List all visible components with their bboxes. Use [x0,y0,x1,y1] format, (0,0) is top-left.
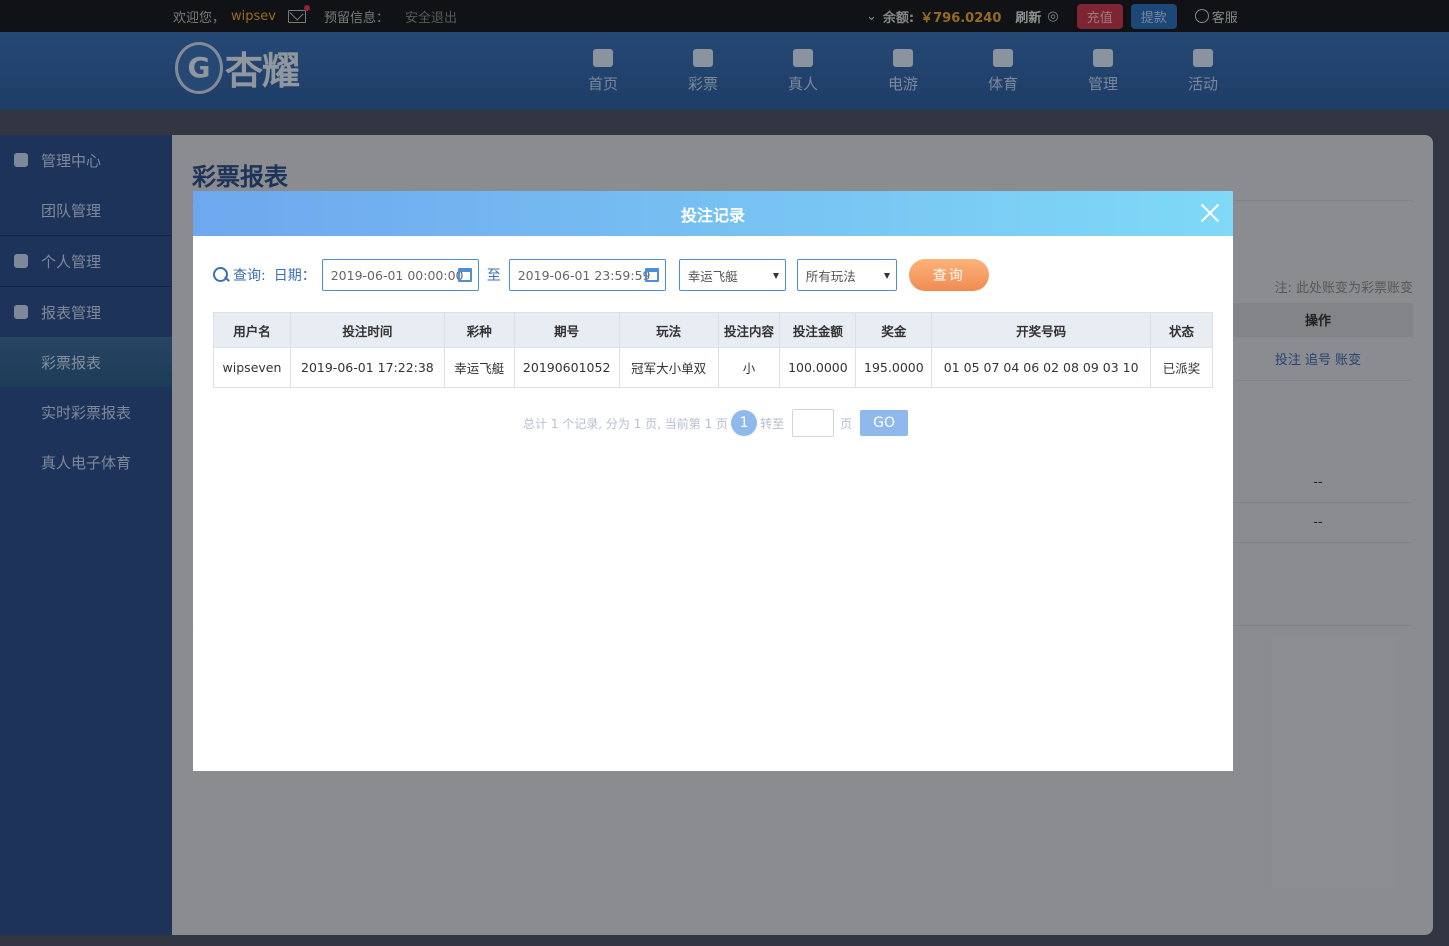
modal-header: 投注记录 [193,191,1233,236]
caret-down-icon [883,273,890,279]
cell-amount: 100.0000 [779,347,857,388]
cell-lottery: 幸运飞艇 [443,347,515,388]
search-label: 查询: [233,268,266,284]
page-1-button[interactable]: 1 [731,410,758,436]
go-button[interactable]: GO [860,410,909,436]
pager-summary: 总计 1 个记录, 分为 1 页, 当前第 1 页 [523,416,729,431]
date-from-value: 2019-06-01 00:00:00 [330,267,464,283]
cell-bet-time: 2019-06-01 17:22:38 [289,347,445,388]
pagination: 总计 1 个记录, 分为 1 页, 当前第 1 页 1 转至 页 GO [523,409,909,437]
col-play: 玩法 [618,312,719,348]
goto-label: 转至 [760,416,785,431]
cell-username: wipseven [213,347,291,388]
cell-draw-numbers: 01 05 07 04 06 02 08 09 03 10 [931,347,1151,388]
col-bet-time: 投注时间 [289,312,445,348]
query-button[interactable]: 查询 [908,259,989,291]
cell-content: 小 [717,347,781,388]
col-lottery: 彩种 [443,312,515,348]
col-draw-numbers: 开奖号码 [931,312,1151,348]
date-to-input[interactable]: 2019-06-01 23:59:59 [508,259,666,291]
caret-down-icon [772,273,779,279]
lottery-select-value: 幸运飞艇 [687,268,738,284]
table-header-row: 用户名 投注时间 彩种 期号 玩法 投注内容 投注金额 奖金 开奖号码 状态 [213,312,1213,348]
date-label: 日期： [273,268,316,284]
lottery-select[interactable]: 幸运飞艇 [678,259,786,291]
col-issue: 期号 [513,312,620,348]
date-to-value: 2019-06-01 23:59:59 [517,267,651,283]
cell-play: 冠军大小单双 [618,347,719,388]
calendar-icon[interactable] [457,268,472,282]
modal-title: 投注记录 [680,205,745,225]
col-amount: 投注金额 [779,312,857,348]
col-username: 用户名 [213,312,291,348]
col-status: 状态 [1150,312,1213,348]
play-select-value: 所有玩法 [805,268,856,284]
to-label: 至 [486,268,501,284]
play-type-select[interactable]: 所有玩法 [796,259,897,291]
search-bar: 查询: 日期： 2019-06-01 00:00:00 至 2019-06-01… [213,259,989,291]
col-content: 投注内容 [717,312,781,348]
cell-issue: 20190601052 [513,347,620,388]
page-jump-input[interactable] [792,409,835,437]
status-badge: 已派奖 [1150,347,1213,388]
bet-records-modal: 投注记录 查询: 日期： 2019-06-01 00:00:00 至 2019-… [193,191,1233,771]
cell-bonus: 195.0000 [855,347,933,388]
col-bonus: 奖金 [855,312,933,348]
table-row[interactable]: wipseven 2019-06-01 17:22:38 幸运飞艇 201906… [213,347,1213,388]
close-icon[interactable] [1199,202,1221,224]
calendar-icon[interactable] [644,268,659,282]
bet-records-table: 用户名 投注时间 彩种 期号 玩法 投注内容 投注金额 奖金 开奖号码 状态 w… [213,312,1213,388]
date-from-input[interactable]: 2019-06-01 00:00:00 [321,259,479,291]
page-unit-label: 页 [840,416,853,431]
search-icon [213,267,229,283]
